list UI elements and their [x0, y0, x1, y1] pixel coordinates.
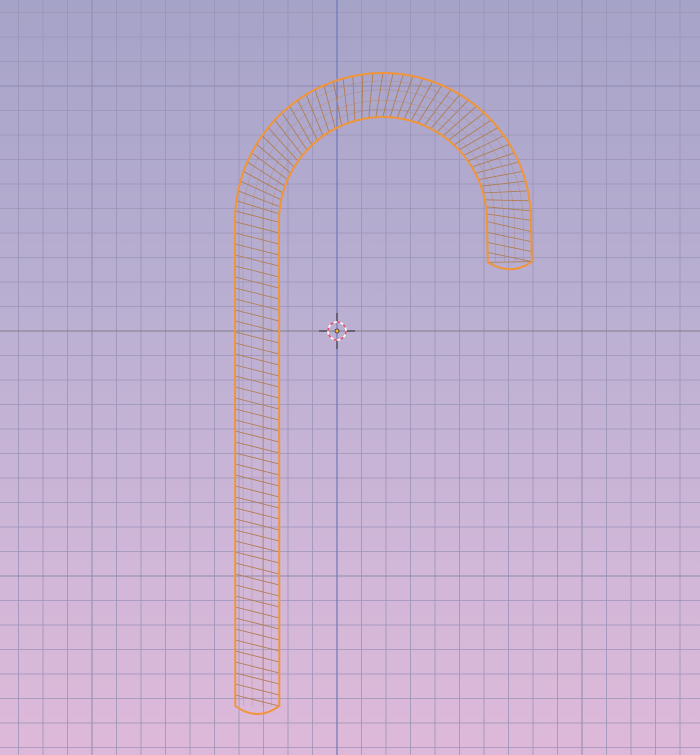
mesh-edge [234, 254, 280, 267]
mesh-edge [487, 261, 532, 263]
mesh-edge-loop [262, 100, 505, 706]
mesh-edge [235, 595, 280, 608]
mesh-edge [235, 507, 280, 520]
mesh-edge [305, 94, 324, 137]
mesh-edge [235, 672, 280, 685]
mesh-edge [235, 606, 280, 619]
mesh-edge-loop [251, 89, 516, 706]
mesh-edge [235, 485, 280, 498]
mesh-edge [234, 287, 280, 300]
mesh-edge [410, 81, 433, 122]
mesh-edge [235, 650, 280, 663]
mesh-edge [361, 74, 364, 120]
mesh-edge [484, 199, 530, 202]
viewport-canvas[interactable] [0, 0, 700, 755]
mesh-edge [487, 242, 532, 252]
mesh-edge [487, 232, 532, 242]
viewport-grid [0, 0, 700, 755]
mesh-edge [281, 112, 308, 151]
mesh-edge [235, 540, 280, 553]
mesh-edge [235, 452, 280, 465]
mesh-edge [417, 85, 443, 124]
mesh-edge [235, 474, 280, 487]
mesh-edge [235, 628, 280, 641]
mesh-edge [235, 320, 280, 333]
3d-viewport[interactable] [0, 0, 700, 755]
mesh-edge [235, 375, 280, 388]
mesh-edge [235, 430, 280, 443]
mesh-edge [235, 309, 280, 322]
mesh-edge [235, 342, 280, 355]
3d-cursor-icon[interactable] [319, 313, 355, 349]
mesh-edge [234, 232, 280, 245]
mesh-edge [297, 99, 318, 141]
mesh-edge-loop [242, 80, 525, 706]
mesh-edge [234, 276, 280, 289]
mesh-edge [234, 243, 280, 256]
mesh-edge [467, 143, 510, 162]
mesh-edge [234, 265, 280, 278]
mesh-edge [235, 386, 280, 399]
mesh-edge [235, 584, 280, 597]
mesh-edge [235, 551, 280, 564]
mesh-edge [486, 221, 532, 232]
mesh-edge [235, 661, 280, 674]
mesh-edge-loop [270, 108, 496, 706]
mesh-edge [235, 298, 280, 311]
mesh-edge [235, 408, 280, 421]
mesh-edge [235, 364, 280, 377]
mesh-edge [235, 397, 280, 410]
mesh-edge [235, 518, 280, 531]
mesh-edge [234, 221, 280, 234]
mesh-edge [352, 76, 356, 121]
mesh-edge [235, 694, 280, 707]
candy-cane-mesh[interactable] [234, 72, 533, 715]
mesh-edge [235, 617, 280, 630]
mesh-edge [237, 190, 281, 208]
mesh-edge [235, 529, 280, 542]
mesh-edge [235, 463, 280, 476]
mesh-edge [483, 190, 528, 194]
mesh-edge [235, 683, 280, 696]
mesh-edge [235, 562, 280, 575]
selection-outline [234, 72, 533, 715]
mesh-edge [235, 441, 280, 454]
mesh-edge [487, 252, 532, 262]
mesh-edge [368, 73, 374, 119]
mesh-edge [247, 161, 286, 187]
mesh-edge [235, 331, 280, 344]
mesh-edge [235, 210, 280, 223]
